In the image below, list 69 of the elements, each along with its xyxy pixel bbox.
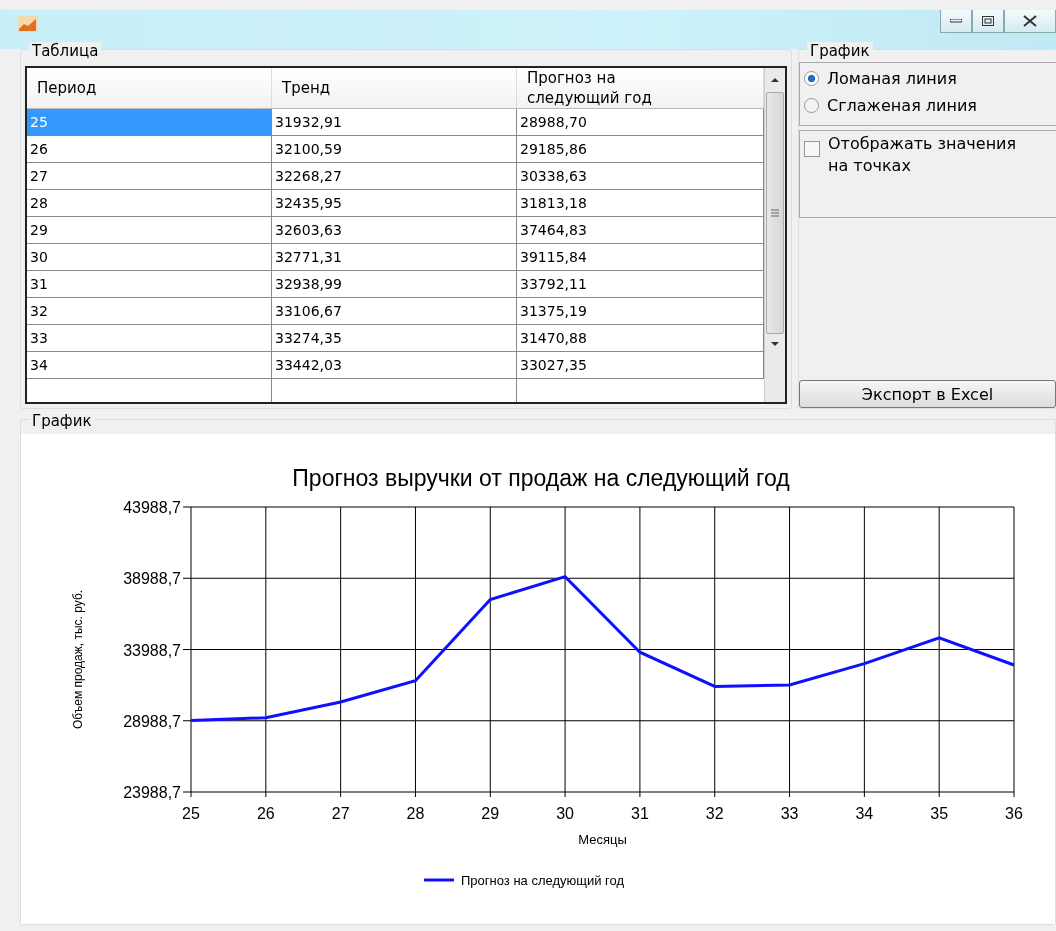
x-tick-label: 34 [855,805,874,822]
legend-swatch [424,878,454,882]
x-tick-label: 33 [780,805,799,822]
grip-icon [771,209,779,217]
close-button[interactable] [1004,10,1056,33]
y-tick-label: 33988,7 [123,641,181,659]
table-cell: 32771,31 [272,244,517,271]
x-tick-label: 30 [556,805,574,822]
table-cell: 29 [27,217,272,244]
table-cell: 33442,03 [272,352,517,379]
x-tick-label: 28 [406,805,425,822]
x-tick-label: 26 [256,805,275,822]
table-cell: 33792,11 [517,271,764,298]
column-header[interactable]: Период [27,68,272,108]
panel-title: График [807,42,873,60]
table-cell: 33027,35 [517,352,764,379]
scrollbar[interactable] [764,68,785,402]
x-axis-title: Месяцы [578,832,627,847]
minimize-icon [950,19,962,23]
table-cell: 32938,99 [272,271,517,298]
table-cell: 39115,84 [517,244,764,271]
radio-option[interactable]: Сглаженая линия [804,92,1052,119]
y-tick-label: 38988,7 [123,570,181,588]
panel-title: Таблица [29,42,102,60]
maximize-icon [982,16,994,26]
table-cell: 32603,63 [272,217,517,244]
table-cell: 27 [27,163,272,190]
table-cell: 25 [27,109,272,136]
table-cell: 33 [27,325,272,352]
checkbox[interactable] [804,141,820,157]
panel-title: График [29,412,95,430]
table-cell: 33106,67 [272,298,517,325]
table-cell: 31 [27,271,272,298]
table-cell: 29185,86 [517,136,764,163]
app-icon [18,16,38,32]
x-tick-label: 36 [1005,805,1023,822]
y-tick-label: 43988,7 [123,499,181,516]
y-tick-label: 23988,7 [123,784,181,801]
table-cell: 28988,70 [517,109,764,136]
table-cell: 28 [27,190,272,217]
x-tick-label: 29 [481,805,500,822]
x-tick-label: 35 [930,805,949,822]
chart-title: Прогноз выручки от продаж на следующий год [292,465,790,491]
table-cell: 32 [27,298,272,325]
table-cell: 26 [27,136,272,163]
table-cell: 31470,88 [517,325,764,352]
legend-label: Прогноз на следующий год [461,873,625,888]
table-cell: 33274,35 [272,325,517,352]
maximize-button[interactable] [972,10,1004,33]
export-button[interactable]: Экспорт в Excel [799,380,1056,408]
x-tick-label: 25 [182,805,200,822]
table-cell: 32100,59 [272,136,517,163]
x-tick-label: 27 [331,805,350,822]
table-cell: 32435,95 [272,190,517,217]
radio-option[interactable]: Ломаная линия [804,65,1052,92]
table-cell: 32268,27 [272,163,517,190]
column-header[interactable]: Тренд [272,68,517,108]
table-cell: 31375,19 [517,298,764,325]
close-icon [1023,15,1037,27]
table-cell: 30 [27,244,272,271]
y-axis-title: Объем продаж, тыс. руб. [71,589,85,730]
table-cell: 37464,83 [517,217,764,244]
table-cell: 31813,18 [517,190,764,217]
table-cell: 31932,91 [272,109,517,136]
x-tick-label: 32 [705,805,724,822]
table-cell: 30338,63 [517,163,764,190]
x-tick-label: 31 [631,805,649,822]
y-tick-label: 28988,7 [123,712,181,730]
table-cell: 34 [27,352,272,379]
